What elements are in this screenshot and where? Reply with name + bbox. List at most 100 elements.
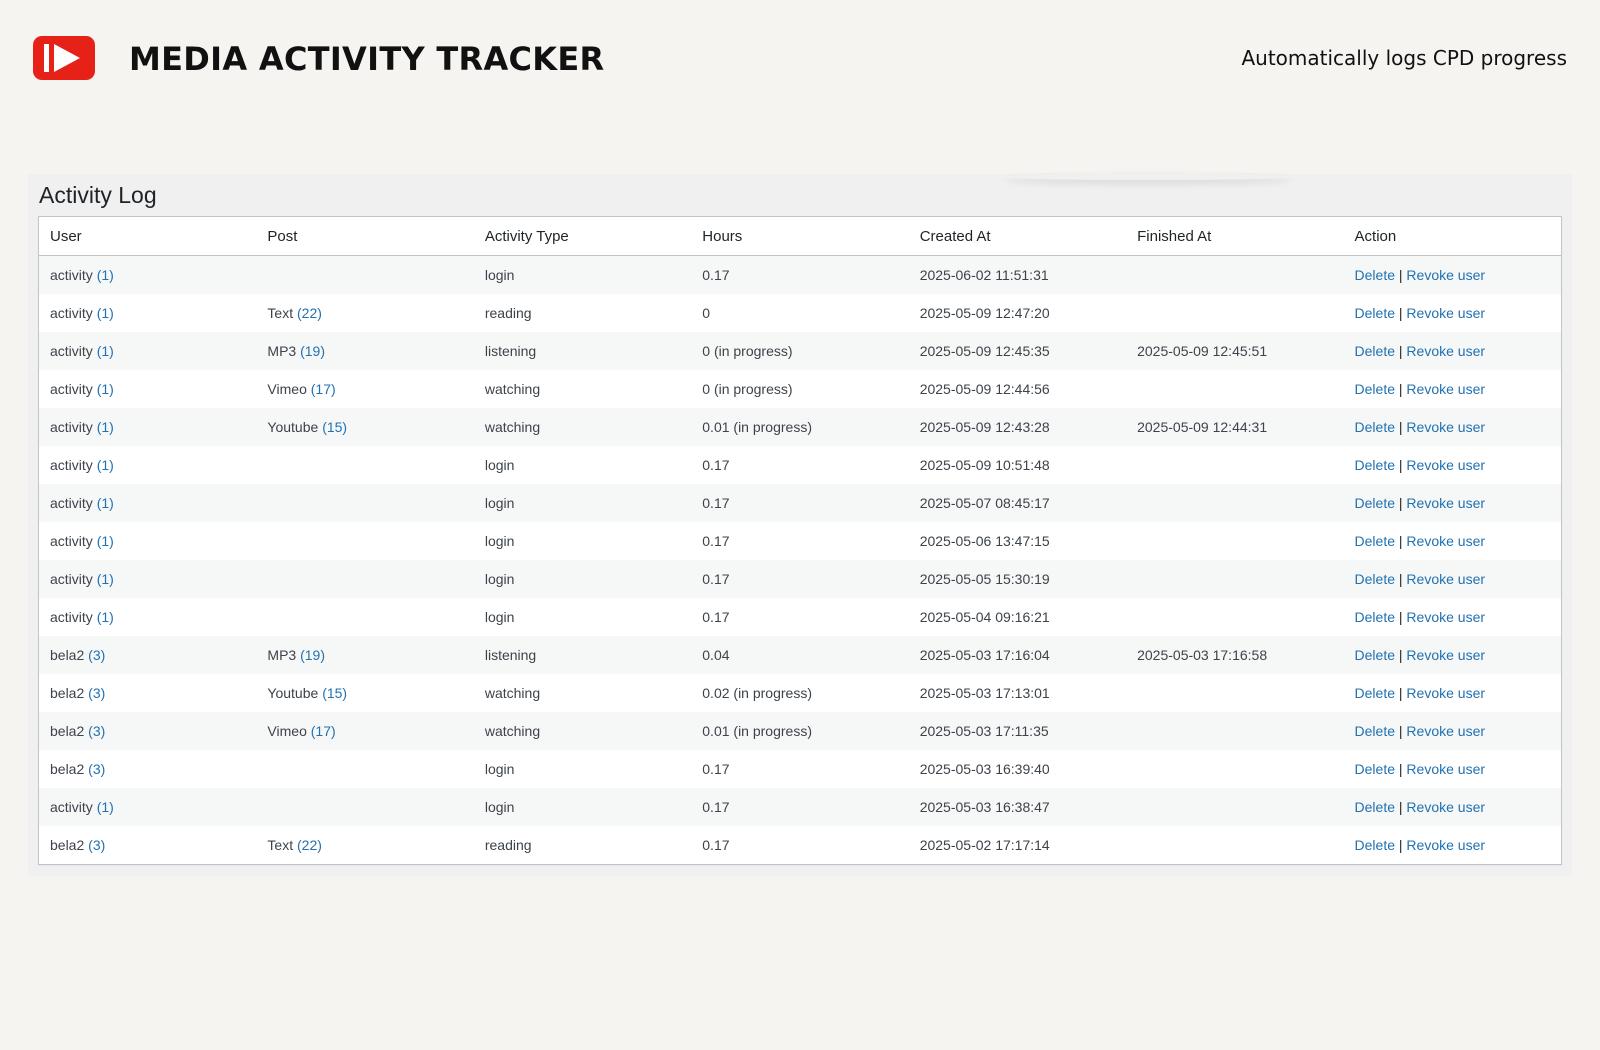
post-id-link[interactable]: (19): [300, 343, 325, 359]
post-id-link[interactable]: (17): [311, 381, 336, 397]
cell-action: Delete | Revoke user: [1343, 332, 1561, 370]
cell-activity-type: listening: [473, 636, 692, 674]
cell-finished-at: [1126, 294, 1344, 332]
revoke-user-link[interactable]: Revoke user: [1406, 761, 1485, 777]
cell-user: activity (1): [39, 484, 257, 522]
cell-post: MP3 (19): [256, 636, 474, 674]
cell-hours: 0.17: [691, 826, 909, 864]
revoke-user-link[interactable]: Revoke user: [1406, 343, 1485, 359]
user-id-link[interactable]: (1): [97, 571, 114, 587]
user-id-link[interactable]: (1): [97, 267, 114, 283]
activity-table: User Post Activity Type Hours Created At…: [39, 217, 1561, 864]
cell-user: bela2 (3): [39, 674, 257, 712]
user-id-link[interactable]: (1): [97, 343, 114, 359]
delete-link[interactable]: Delete: [1355, 495, 1395, 511]
cell-action: Delete | Revoke user: [1343, 636, 1561, 674]
delete-link[interactable]: Delete: [1355, 837, 1395, 853]
cell-hours: 0.02 (in progress): [691, 674, 909, 712]
revoke-user-link[interactable]: Revoke user: [1406, 457, 1485, 473]
post-id-link[interactable]: (19): [300, 647, 325, 663]
action-separator: |: [1398, 761, 1403, 777]
user-id-link[interactable]: (3): [88, 761, 105, 777]
activity-log-panel: Activity Log User Post Activity Type Hou…: [28, 174, 1572, 876]
cell-created-at: 2025-05-04 09:16:21: [908, 598, 1127, 636]
user-id-link[interactable]: (3): [88, 685, 105, 701]
cell-finished-at: [1126, 560, 1344, 598]
cell-created-at: 2025-05-06 13:47:15: [908, 522, 1127, 560]
cell-user: bela2 (3): [39, 826, 257, 864]
post-id-link[interactable]: (17): [311, 723, 336, 739]
post-id-link[interactable]: (15): [322, 685, 347, 701]
cell-activity-type: reading: [473, 826, 692, 864]
delete-link[interactable]: Delete: [1355, 723, 1395, 739]
action-separator: |: [1398, 343, 1403, 359]
cell-finished-at: 2025-05-03 17:16:58: [1126, 636, 1344, 674]
cell-finished-at: [1126, 522, 1344, 560]
app-tagline: Automatically logs CPD progress: [1241, 46, 1567, 70]
cell-action: Delete | Revoke user: [1343, 712, 1561, 750]
delete-link[interactable]: Delete: [1355, 799, 1395, 815]
delete-link[interactable]: Delete: [1355, 267, 1395, 283]
user-id-link[interactable]: (1): [97, 533, 114, 549]
table-row: bela2 (3) Text (22) reading 0.17 2025-05-02 …: [39, 826, 1561, 864]
cell-created-at: 2025-05-03 16:38:47: [908, 788, 1127, 826]
user-id-link[interactable]: (1): [97, 609, 114, 625]
delete-link[interactable]: Delete: [1355, 533, 1395, 549]
post-name: Text: [267, 305, 294, 321]
revoke-user-link[interactable]: Revoke user: [1406, 609, 1485, 625]
table-row: bela2 (3) MP3 (19) listening 0.04 2025-05-03…: [39, 636, 1561, 674]
delete-link[interactable]: Delete: [1355, 419, 1395, 435]
action-separator: |: [1398, 533, 1403, 549]
cell-finished-at: 2025-05-09 12:44:31: [1126, 408, 1344, 446]
panel-title: Activity Log: [39, 182, 157, 208]
user-name: activity: [50, 267, 93, 283]
cell-user: bela2 (3): [39, 636, 257, 674]
revoke-user-link[interactable]: Revoke user: [1406, 685, 1485, 701]
user-id-link[interactable]: (3): [88, 837, 105, 853]
user-id-link[interactable]: (1): [97, 799, 114, 815]
user-id-link[interactable]: (1): [97, 381, 114, 397]
delete-link[interactable]: Delete: [1355, 685, 1395, 701]
revoke-user-link[interactable]: Revoke user: [1406, 381, 1485, 397]
user-id-link[interactable]: (1): [97, 495, 114, 511]
post-id-link[interactable]: (22): [297, 305, 322, 321]
revoke-user-link[interactable]: Revoke user: [1406, 837, 1485, 853]
cell-hours: 0.17: [691, 560, 909, 598]
delete-link[interactable]: Delete: [1355, 343, 1395, 359]
user-id-link[interactable]: (1): [97, 419, 114, 435]
user-id-link[interactable]: (1): [97, 305, 114, 321]
cell-post: [256, 522, 474, 560]
delete-link[interactable]: Delete: [1355, 571, 1395, 587]
revoke-user-link[interactable]: Revoke user: [1406, 419, 1485, 435]
post-id-link[interactable]: (15): [322, 419, 347, 435]
revoke-user-link[interactable]: Revoke user: [1406, 533, 1485, 549]
delete-link[interactable]: Delete: [1355, 609, 1395, 625]
revoke-user-link[interactable]: Revoke user: [1406, 723, 1485, 739]
action-separator: |: [1398, 685, 1403, 701]
action-separator: |: [1398, 457, 1403, 473]
cell-finished-at: [1126, 826, 1344, 864]
table-row: activity (1) login 0.17 2025-05-09 10:51:48…: [39, 446, 1561, 484]
cell-user: activity (1): [39, 446, 257, 484]
revoke-user-link[interactable]: Revoke user: [1406, 647, 1485, 663]
revoke-user-link[interactable]: Revoke user: [1406, 495, 1485, 511]
user-id-link[interactable]: (3): [88, 647, 105, 663]
post-id-link[interactable]: (22): [297, 837, 322, 853]
user-id-link[interactable]: (3): [88, 723, 105, 739]
column-header-activity-type: Activity Type: [473, 217, 692, 256]
delete-link[interactable]: Delete: [1355, 761, 1395, 777]
revoke-user-link[interactable]: Revoke user: [1406, 799, 1485, 815]
cell-hours: 0.17: [691, 484, 909, 522]
delete-link[interactable]: Delete: [1355, 457, 1395, 473]
revoke-user-link[interactable]: Revoke user: [1406, 267, 1485, 283]
user-id-link[interactable]: (1): [97, 457, 114, 473]
delete-link[interactable]: Delete: [1355, 381, 1395, 397]
revoke-user-link[interactable]: Revoke user: [1406, 305, 1485, 321]
user-name: activity: [50, 799, 93, 815]
cell-activity-type: watching: [473, 712, 692, 750]
table-row: activity (1) login 0.17 2025-06-02 11:51:31…: [39, 255, 1561, 294]
delete-link[interactable]: Delete: [1355, 305, 1395, 321]
revoke-user-link[interactable]: Revoke user: [1406, 571, 1485, 587]
delete-link[interactable]: Delete: [1355, 647, 1395, 663]
post-name: Text: [267, 837, 294, 853]
